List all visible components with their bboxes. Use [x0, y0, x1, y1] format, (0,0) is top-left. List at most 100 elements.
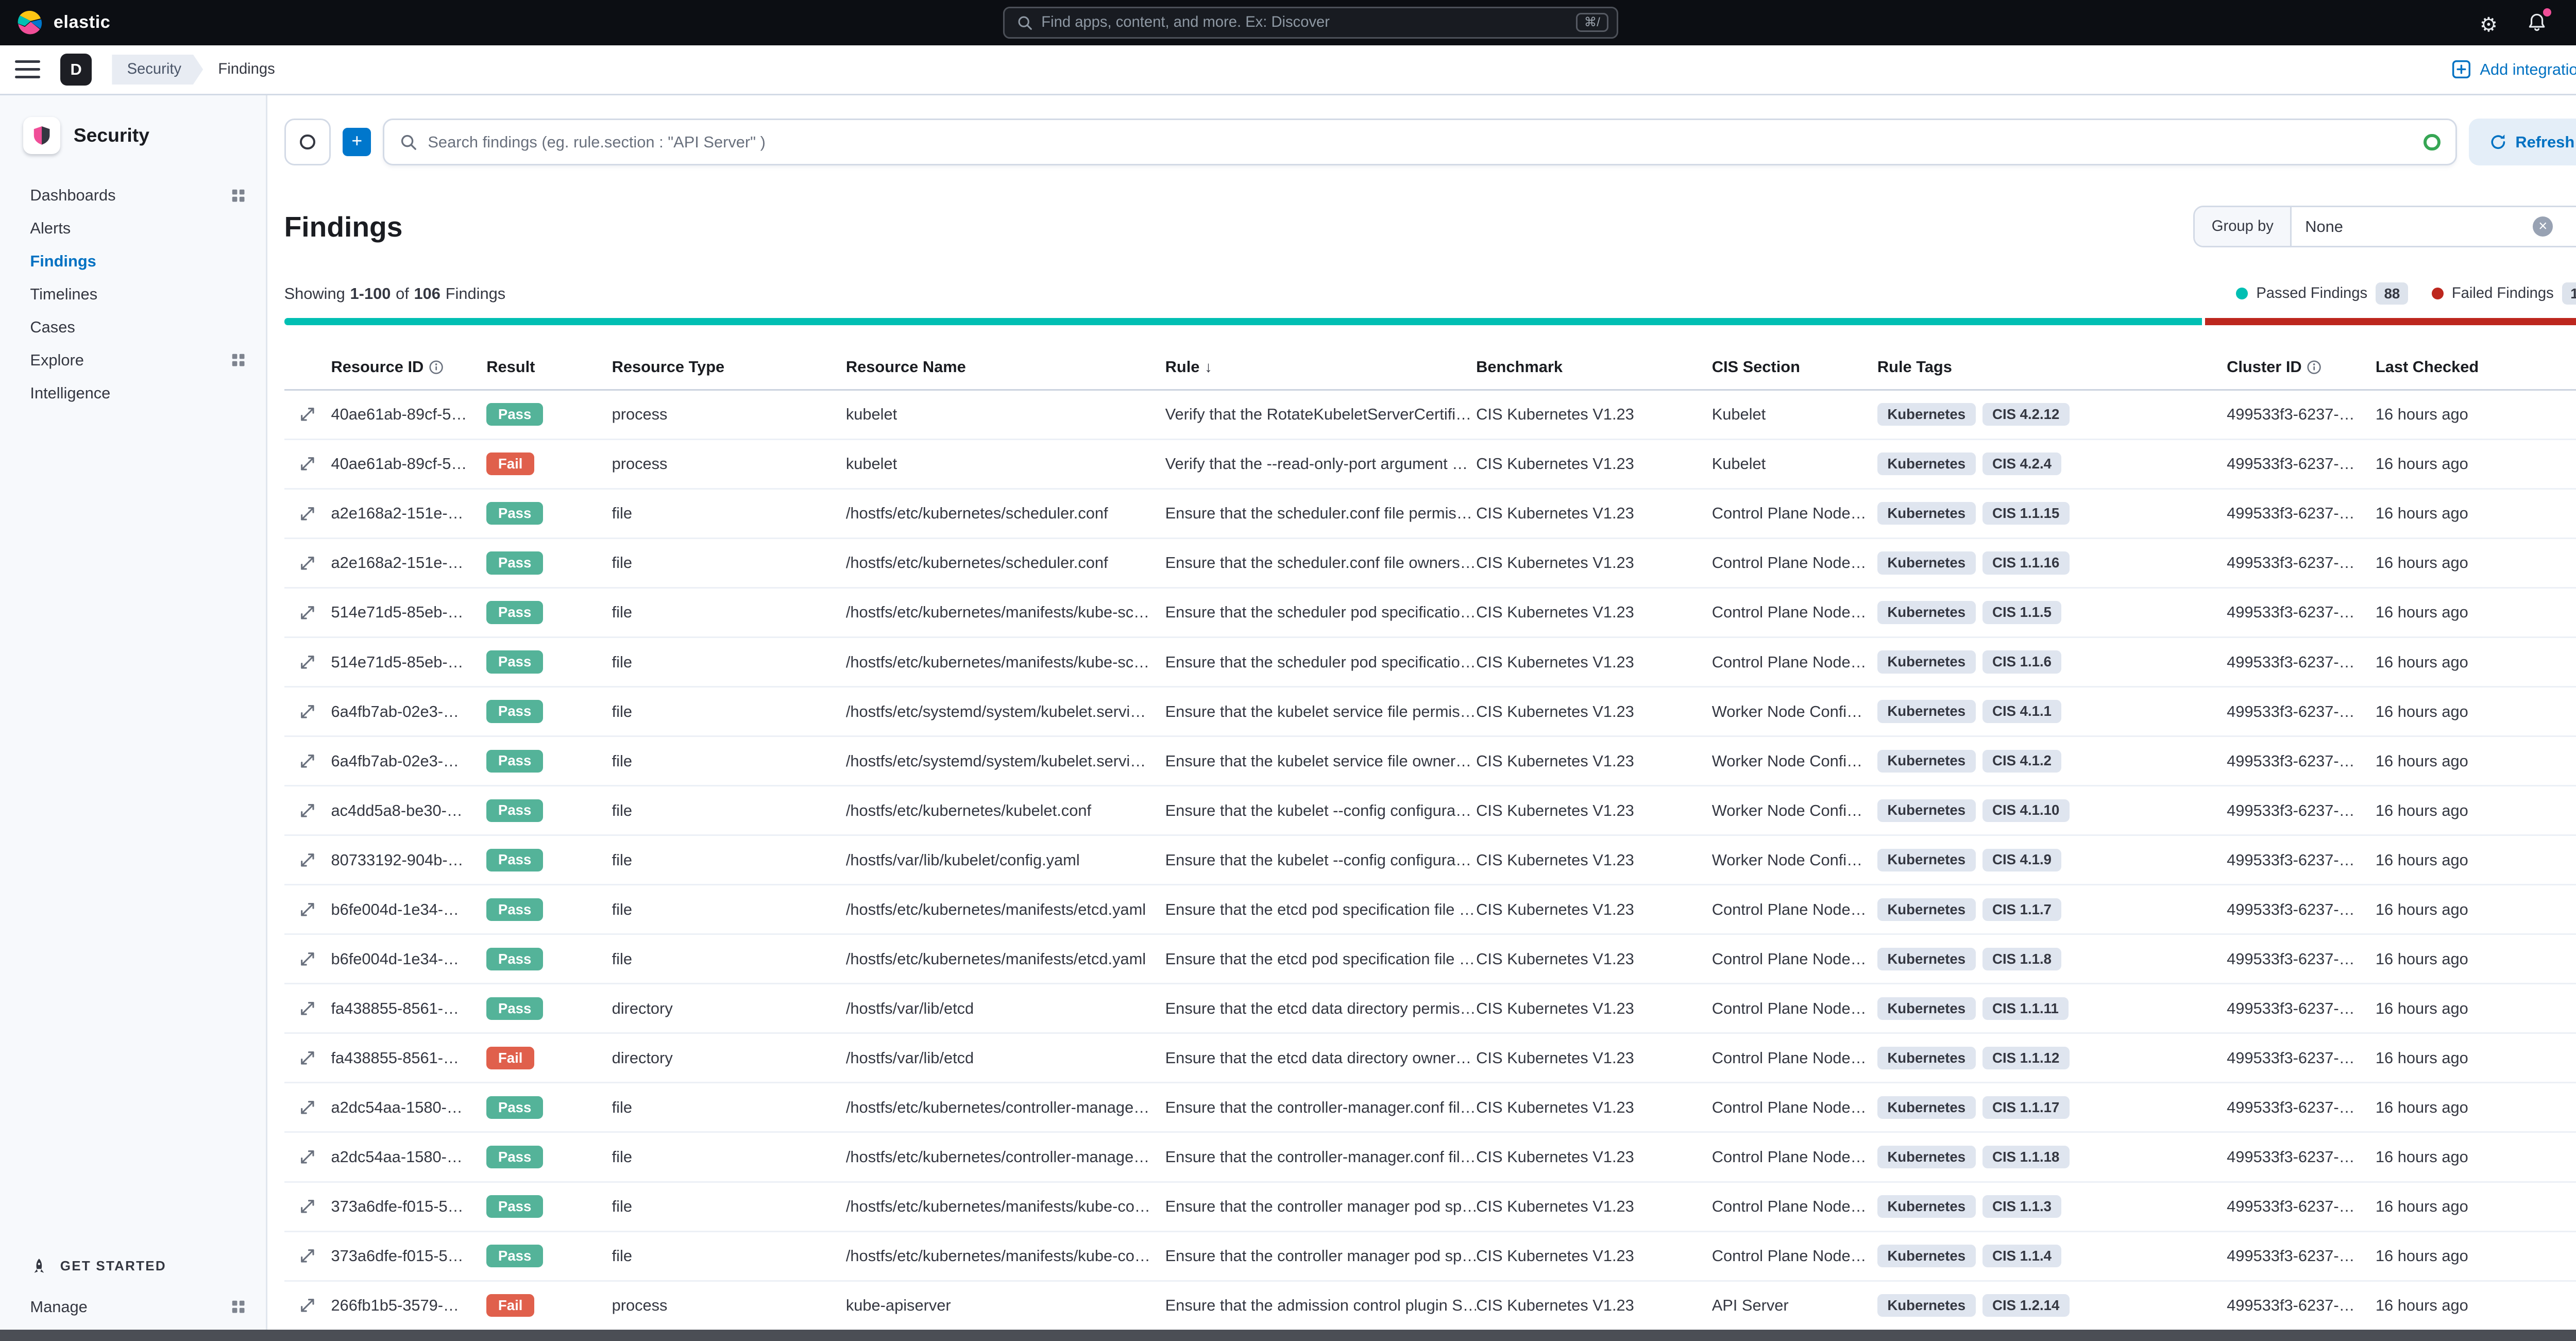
column-benchmark[interactable]: Benchmark [1476, 358, 1712, 376]
add-integrations-icon [2452, 60, 2471, 79]
rule-tag-badge: Kubernetes [1877, 452, 1976, 476]
column-last-checked[interactable]: Last Checked [2376, 358, 2576, 376]
sidebar-item-dashboards[interactable]: Dashboards [0, 179, 266, 212]
result-badge: Pass [486, 947, 544, 970]
resource-name-cell: /hostfs/etc/kubernetes/manifests/kube-co… [845, 1197, 1150, 1216]
failed-findings-label: Failed Findings [2451, 285, 2554, 301]
rule-tag-badge: CIS 4.1.1 [1982, 700, 2062, 723]
result-badge: Pass [486, 403, 544, 426]
rule-tags-cell: Kubernetes CIS 4.1.9 [1877, 848, 2227, 871]
add-filter-button[interactable] [343, 128, 371, 157]
last-checked-cell: 16 hours ago [2375, 1247, 2468, 1265]
column-resource-id[interactable]: Resource ID [331, 358, 486, 376]
column-rule[interactable]: Rule [1165, 358, 1477, 376]
rule-tags-cell: Kubernetes CIS 1.1.18 [1877, 1145, 2227, 1169]
expand-finding-button[interactable] [295, 501, 320, 526]
group-by-select[interactable]: Group by None [2193, 206, 2576, 248]
sidebar-item-findings[interactable]: Findings [0, 245, 266, 278]
menu-toggle-button[interactable] [15, 60, 40, 79]
refresh-button[interactable]: Refresh [2468, 119, 2576, 166]
rule-cell: Ensure that the controller manager pod s… [1165, 1197, 1477, 1216]
saved-query-menu-button[interactable] [284, 119, 331, 166]
add-integrations-button[interactable]: Add integrations [2451, 59, 2576, 79]
column-resource-name[interactable]: Resource Name [846, 358, 1165, 376]
sidebar-item-timelines[interactable]: Timelines [0, 278, 266, 311]
cis-section-cell: Worker Node Confi… [1711, 850, 1862, 869]
expand-finding-button[interactable] [295, 1095, 320, 1120]
expand-finding-button[interactable] [295, 451, 320, 477]
result-badge: Fail [486, 1046, 535, 1069]
column-rule-tags[interactable]: Rule Tags [1877, 358, 2227, 376]
column-result[interactable]: Result [486, 358, 612, 376]
sidebar-item-intelligence[interactable]: Intelligence [0, 377, 266, 410]
result-cell: Pass [486, 403, 612, 426]
expand-finding-button[interactable] [295, 1293, 320, 1318]
cis-section-cell: Control Plane Node… [1711, 1247, 1867, 1265]
showing-count: Showing 1-100 of 106 Findings [284, 284, 506, 303]
expand-finding-button[interactable] [295, 1194, 320, 1219]
column-resource-type[interactable]: Resource Type [612, 358, 846, 376]
sidebar-item-alerts[interactable]: Alerts [0, 212, 266, 245]
passed-findings-label: Passed Findings [2256, 285, 2368, 301]
rule-cell: Ensure that the kubelet --config configu… [1165, 850, 1471, 869]
cis-section-cell: Worker Node Confi… [1711, 801, 1862, 819]
expand-finding-button[interactable] [295, 699, 320, 724]
sidebar-item-cases[interactable]: Cases [0, 311, 266, 344]
result-cell: Pass [486, 1145, 612, 1169]
rule-cell: Ensure that the scheduler.conf file perm… [1165, 504, 1472, 523]
resource-id-cell: 373a6dfe-f015-5… [331, 1197, 464, 1216]
bottom-scrollbar[interactable] [0, 1329, 2576, 1341]
resource-type-cell: file [612, 850, 632, 869]
deployment-badge[interactable]: D [60, 53, 92, 86]
expand-finding-button[interactable] [295, 897, 320, 922]
info-icon [429, 360, 443, 374]
table-row: a2e168a2-151e-… Pass file /hostfs/etc/ku… [284, 539, 2576, 589]
global-search-input[interactable] [1041, 14, 1576, 31]
get-started-label: GET STARTED [60, 1259, 166, 1274]
expand-finding-button[interactable] [295, 1145, 320, 1170]
rule-cell: Ensure that the scheduler pod specificat… [1165, 603, 1476, 622]
resource-id-cell: a2e168a2-151e-… [331, 504, 464, 523]
refresh-icon [2490, 135, 2505, 149]
resource-id-cell: 6a4fb7ab-02e3-… [331, 751, 459, 770]
column-cluster-id[interactable]: Cluster ID [2227, 358, 2376, 376]
table-row: 373a6dfe-f015-5… Pass file /hostfs/etc/k… [284, 1183, 2576, 1232]
get-started-button[interactable]: GET STARTED [30, 1258, 246, 1276]
elastic-logo-group[interactable]: elastic [16, 9, 110, 36]
cis-section-cell: Kubelet [1711, 405, 1766, 424]
rule-tag-badge: CIS 4.1.2 [1982, 749, 2062, 773]
column-cis-section[interactable]: CIS Section [1712, 358, 1877, 376]
findings-page: Refresh Findings Group by None Showing 1… [267, 95, 2576, 1330]
expand-finding-button[interactable] [295, 946, 320, 971]
expand-finding-button[interactable] [295, 402, 320, 427]
launch-icon [34, 1259, 44, 1273]
breadcrumb-security[interactable]: Security [112, 55, 203, 85]
notifications-button[interactable] [2526, 8, 2551, 33]
search-toolbar: Refresh [284, 119, 2576, 166]
expand-finding-button[interactable] [295, 600, 320, 625]
sidebar-item-explore[interactable]: Explore [0, 344, 266, 377]
expand-finding-button[interactable] [295, 748, 320, 774]
findings-search-bar[interactable] [383, 119, 2457, 166]
cluster-id-cell: 499533f3-6237-… [2227, 504, 2355, 523]
resource-name-cell: /hostfs/etc/kubernetes/scheduler.conf [845, 504, 1108, 523]
clear-group-by-icon[interactable] [2533, 216, 2553, 237]
resource-type-cell: file [612, 702, 632, 720]
expand-finding-button[interactable] [295, 798, 320, 823]
last-checked-cell: 16 hours ago [2375, 801, 2468, 819]
expand-finding-button[interactable] [295, 996, 320, 1021]
expand-finding-button[interactable] [295, 847, 320, 873]
sidebar-item-manage[interactable]: Manage [30, 1298, 246, 1316]
expand-finding-button[interactable] [295, 1244, 320, 1269]
showing-total: 106 [414, 284, 440, 303]
rule-cell: Ensure that the kubelet service file own… [1165, 751, 1471, 770]
global-search-bar[interactable]: ⌘/ [1003, 6, 1619, 39]
expand-finding-button[interactable] [295, 550, 320, 576]
group-by-value[interactable]: None [2292, 207, 2566, 246]
findings-search-input[interactable] [428, 132, 2411, 152]
expand-finding-button[interactable] [295, 649, 320, 675]
expand-finding-button[interactable] [295, 1046, 320, 1071]
rule-tags-cell: Kubernetes CIS 1.1.16 [1877, 551, 2227, 575]
gear-icon[interactable] [2480, 7, 2498, 38]
query-status-icon[interactable] [2424, 133, 2441, 151]
